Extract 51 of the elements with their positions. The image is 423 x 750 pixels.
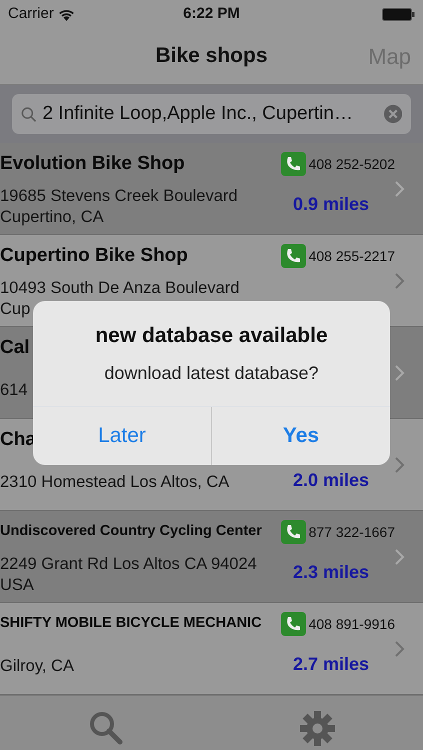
chevron-icon bbox=[395, 364, 405, 380]
chevron-icon bbox=[395, 272, 405, 288]
battery-icon bbox=[382, 8, 415, 20]
address-line: Gilroy, CA bbox=[0, 656, 74, 677]
phone-number[interactable]: 408 255-2217 bbox=[308, 246, 395, 266]
shop-name: Undiscovered Country Cycling Center bbox=[0, 522, 262, 542]
handset-drawing bbox=[285, 524, 302, 540]
handset-drawing bbox=[285, 616, 302, 632]
shop-distance: 2.7 miles bbox=[292, 653, 369, 676]
shop-name: SHIFTY MOBILE BICYCLE MECHANIC bbox=[0, 614, 262, 634]
shop-row[interactable]: SHIFTY MOBILE BICYCLE MECHANIC 408 891-9916 Gilroy, CA 2.7 miles bbox=[0, 603, 423, 695]
phone-number[interactable]: 408 252-5202 bbox=[308, 154, 395, 174]
address-line: 2310 Homestead Los Altos, CA bbox=[0, 472, 230, 493]
status-time: 6:22 PM bbox=[182, 4, 241, 24]
confirm-button[interactable]: Yes bbox=[211, 407, 390, 465]
shop-name: Cupertino Bike Shop bbox=[0, 244, 188, 268]
address-line: 19685 Stevens Creek Boulevard bbox=[0, 186, 238, 206]
shop-row[interactable]: Undiscovered Country Cycling Center 877 322-1667 2249 Grant Rd Los Altos CA 94024 USA 2.3 miles bbox=[0, 511, 423, 603]
chevron-icon bbox=[395, 180, 405, 196]
handset-drawing bbox=[285, 248, 302, 264]
shop-name: Evolution Bike Shop bbox=[0, 152, 185, 176]
handset-drawing bbox=[285, 156, 302, 172]
shop-distance: 0.9 miles bbox=[292, 193, 369, 216]
nav-title: Bike shops bbox=[155, 43, 268, 70]
chevron-icon bbox=[395, 548, 405, 564]
phone-icon[interactable] bbox=[280, 612, 306, 636]
search-icon[interactable] bbox=[88, 711, 122, 745]
settings-icon[interactable] bbox=[300, 710, 334, 746]
phone-number[interactable]: 408 891-9916 bbox=[308, 614, 395, 634]
shop-distance: 2.3 miles bbox=[292, 561, 369, 584]
chevron-icon bbox=[395, 456, 405, 472]
phone-icon[interactable] bbox=[280, 520, 306, 544]
alert-message: download latest database? bbox=[104, 362, 319, 385]
wifi-icon bbox=[58, 8, 75, 20]
shop-name: Cal bbox=[0, 336, 30, 360]
chevron-icon bbox=[395, 640, 405, 656]
address-line: Cupertino, CA bbox=[0, 206, 104, 228]
carrier-name: Carrier bbox=[8, 4, 54, 24]
address-line: Cup bbox=[0, 298, 30, 320]
search-field[interactable]: 2 Infinite Loop,Apple Inc., Cupertin… bbox=[12, 94, 411, 134]
address-line: USA bbox=[0, 574, 34, 596]
phone-icon[interactable] bbox=[280, 152, 306, 176]
phone-number[interactable]: 877 322-1667 bbox=[308, 522, 395, 542]
clear-icon[interactable] bbox=[384, 104, 402, 124]
address-line: 2249 Grant Rd Los Altos CA 94024 bbox=[0, 554, 257, 574]
address-line: 614 bbox=[0, 380, 28, 401]
shop-row[interactable]: Evolution Bike Shop 408 252-5202 19685 Stevens Creek Boulevard Cupertino, CA 0.9 miles bbox=[0, 143, 423, 235]
shop-distance: 2.0 miles bbox=[292, 469, 369, 492]
address-line: 10493 South De Anza Boulevard bbox=[0, 278, 240, 298]
search-icon bbox=[21, 106, 36, 122]
phone-icon[interactable] bbox=[280, 244, 306, 268]
